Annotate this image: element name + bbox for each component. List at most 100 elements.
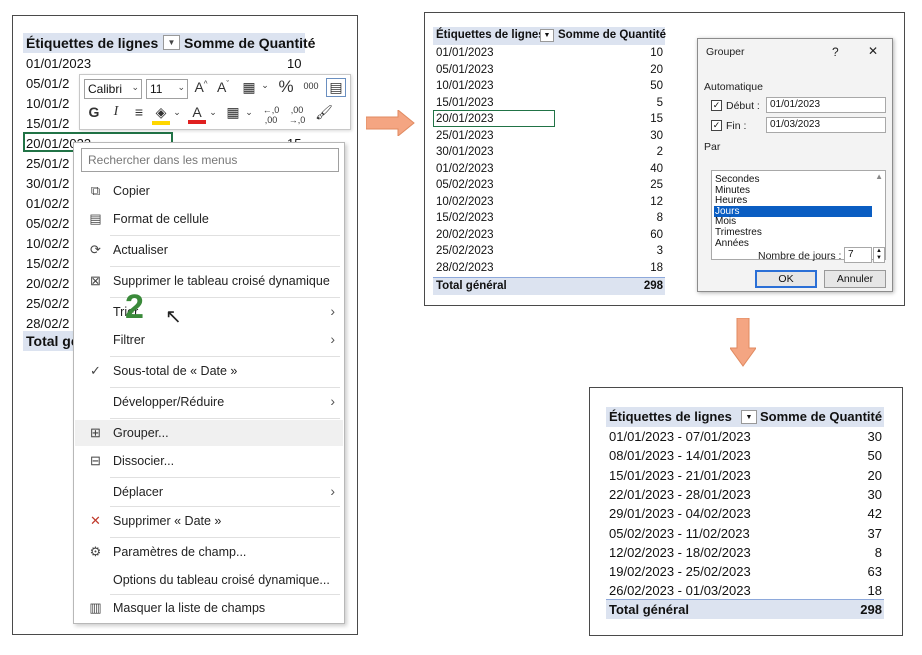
total-value: 298 bbox=[860, 602, 882, 617]
menu-item-remove-field[interactable]: ✕ Supprimer « Date » bbox=[75, 508, 343, 534]
menu-label: Masquer la liste de champs bbox=[113, 601, 266, 615]
date-row-label: 30/01/2 bbox=[26, 176, 70, 191]
total-label: Total général bbox=[436, 280, 507, 292]
week-row-value: 8 bbox=[874, 544, 882, 560]
chevron-down-icon[interactable]: ⌄ bbox=[244, 107, 254, 118]
week-row-label: 29/01/2023 - 04/02/2023 bbox=[609, 506, 751, 522]
chevron-right-icon: › bbox=[330, 331, 335, 347]
help-icon[interactable]: ? bbox=[832, 45, 839, 59]
thousands-separator-icon[interactable]: 000 bbox=[300, 81, 322, 91]
decrease-font-icon[interactable]: Aˇ bbox=[214, 79, 232, 95]
sum-qty-header: Somme de Quantité bbox=[760, 409, 883, 424]
end-input[interactable]: 01/03/2023 bbox=[766, 117, 886, 133]
font-color-icon[interactable]: A bbox=[188, 104, 206, 124]
week-row-label: 19/02/2023 - 25/02/2023 bbox=[609, 564, 751, 580]
menu-item-filter[interactable]: Filtrer › bbox=[75, 327, 343, 353]
pivot-table-icon[interactable]: ▤ bbox=[326, 78, 346, 97]
italic-button[interactable]: I bbox=[108, 104, 124, 120]
unit-option[interactable]: Jours bbox=[714, 205, 872, 217]
start-checkbox[interactable]: ✓ bbox=[711, 100, 722, 111]
total-row: Total général 298 bbox=[606, 599, 884, 619]
menu-label: Supprimer « Date » bbox=[113, 514, 222, 528]
menu-item-refresh[interactable]: ⟳ Actualiser bbox=[75, 237, 343, 263]
filter-dropdown-icon[interactable]: ▼ bbox=[163, 35, 180, 50]
decrease-decimal-icon[interactable]: ,00 →,0 bbox=[286, 105, 308, 125]
menu-item-group[interactable]: ⊞ Grouper... bbox=[75, 420, 343, 446]
start-input[interactable]: 01/01/2023 bbox=[766, 97, 886, 113]
menu-item-ungroup[interactable]: ⊟ Dissocier... bbox=[75, 448, 343, 474]
menu-item-pivot-options[interactable]: Options du tableau croisé dynamique... bbox=[75, 567, 343, 593]
date-row-value: 18 bbox=[650, 261, 663, 274]
week-row-value: 30 bbox=[867, 486, 882, 502]
chevron-down-icon: ⌄ bbox=[131, 82, 139, 92]
menu-search-input[interactable]: Rechercher dans les menus bbox=[81, 148, 339, 172]
days-spinner[interactable]: ▲ ▼ bbox=[873, 247, 885, 263]
bold-button[interactable]: G bbox=[86, 104, 102, 120]
increase-decimal-icon[interactable]: ←,0,00 bbox=[260, 105, 282, 125]
menu-item-hide-field-list[interactable]: ▥ Masquer la liste de champs bbox=[75, 595, 343, 621]
unit-option[interactable]: Heures bbox=[714, 195, 872, 206]
date-row-label: 05/01/2 bbox=[26, 76, 70, 91]
refresh-icon: ⟳ bbox=[90, 242, 101, 257]
chevron-down-icon[interactable]: ⌄ bbox=[208, 107, 218, 118]
unit-option[interactable]: Mois bbox=[714, 216, 872, 227]
filter-dropdown-icon[interactable]: ▼ bbox=[741, 410, 757, 424]
chevron-down-icon[interactable]: ⌄ bbox=[260, 80, 270, 91]
menu-separator bbox=[110, 297, 340, 298]
sum-qty-header: Somme de Quantité bbox=[558, 29, 666, 41]
date-row-label: 28/02/2023 bbox=[436, 261, 494, 274]
dialog-title: Grouper bbox=[706, 46, 745, 58]
chevron-down-icon[interactable]: ⌄ bbox=[172, 107, 182, 118]
close-icon[interactable]: ✕ bbox=[868, 44, 878, 58]
group-icon: ⊞ bbox=[90, 425, 101, 440]
step-number: 2 bbox=[125, 288, 144, 326]
menu-label: Actualiser bbox=[113, 243, 168, 257]
align-center-icon[interactable]: ≡ bbox=[130, 104, 148, 120]
menu-separator bbox=[110, 356, 340, 357]
end-checkbox[interactable]: ✓ bbox=[711, 120, 722, 131]
ok-button[interactable]: OK bbox=[755, 270, 817, 288]
menu-item-expand-collapse[interactable]: Développer/Réduire › bbox=[75, 389, 343, 415]
font-name-select[interactable]: Calibri ⌄ bbox=[84, 79, 142, 99]
menu-item-copy[interactable]: ⧉ Copier bbox=[75, 178, 343, 204]
fill-color-icon[interactable]: ◈ bbox=[152, 104, 170, 125]
unit-option[interactable]: Minutes bbox=[714, 185, 872, 196]
menu-label: Options du tableau croisé dynamique... bbox=[113, 573, 330, 587]
date-row-label: 15/02/2 bbox=[26, 256, 70, 271]
unit-option[interactable]: Trimestres bbox=[714, 227, 872, 238]
format-painter-icon[interactable]: 🖌 bbox=[314, 104, 334, 121]
menu-item-subtotal[interactable]: ✓ Sous-total de « Date » bbox=[75, 358, 343, 384]
week-row-value: 42 bbox=[867, 506, 882, 522]
unit-option[interactable]: Secondes bbox=[714, 174, 872, 185]
close-icon: ✕ bbox=[90, 513, 101, 528]
menu-item-format-cell[interactable]: ▤ Format de cellule bbox=[75, 206, 343, 232]
date-row-value: 3 bbox=[656, 245, 663, 257]
total-label: Total général bbox=[609, 602, 689, 617]
date-row-value: 50 bbox=[650, 80, 663, 92]
scroll-up-icon[interactable]: ▲ bbox=[875, 172, 883, 181]
menu-separator bbox=[110, 477, 340, 478]
filter-dropdown-icon[interactable]: ▼ bbox=[540, 29, 554, 42]
percent-icon[interactable]: % bbox=[276, 77, 296, 97]
week-row-label: 01/01/2023 - 07/01/2023 bbox=[609, 429, 751, 444]
menu-separator bbox=[110, 387, 340, 388]
number-format-icon[interactable]: ▦ bbox=[238, 79, 260, 96]
borders-icon[interactable]: ▦ bbox=[224, 104, 242, 121]
total-row: Total général 298 bbox=[433, 277, 665, 295]
menu-item-delete-pivot[interactable]: ⊠ Supprimer le tableau croisé dynamique bbox=[75, 268, 343, 294]
row-labels-header: Étiquettes de lignes bbox=[26, 35, 159, 51]
cancel-button[interactable]: Annuler bbox=[824, 270, 886, 288]
week-row-value: 30 bbox=[867, 429, 882, 444]
increase-font-icon[interactable]: A^ bbox=[192, 79, 210, 95]
date-row-value: 25 bbox=[650, 179, 663, 191]
menu-item-field-settings[interactable]: ⚙ Paramètres de champ... bbox=[75, 539, 343, 565]
menu-separator bbox=[110, 506, 340, 507]
pivot-header-row: Étiquettes de lignes ▼ Somme de Quantité bbox=[433, 27, 666, 45]
font-size-select[interactable]: 11 ⌄ bbox=[146, 79, 188, 99]
menu-item-move[interactable]: Déplacer › bbox=[75, 479, 343, 505]
menu-label: Supprimer le tableau croisé dynamique bbox=[113, 274, 330, 288]
days-input[interactable]: 7 bbox=[844, 247, 872, 263]
value-cell: 10 bbox=[287, 56, 302, 71]
date-row-label: 10/01/2 bbox=[26, 96, 70, 111]
menu-item-sort[interactable]: Trier › bbox=[75, 299, 343, 325]
